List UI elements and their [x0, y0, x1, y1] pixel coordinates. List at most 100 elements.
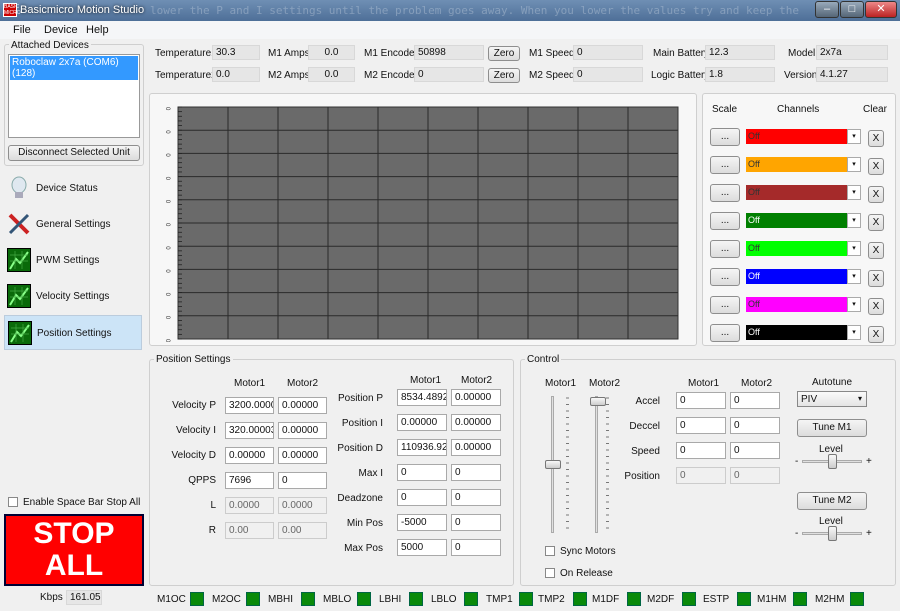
chevron-down-icon[interactable]: ▾ [847, 241, 861, 256]
m2-speed-value: 0 [573, 67, 643, 82]
pos-left-motor2-field[interactable]: 0 [278, 472, 327, 489]
pos-right-motor1-field[interactable]: 0 [397, 489, 447, 506]
pos-right-motor2-field[interactable]: 0.00000 [451, 414, 501, 431]
chevron-down-icon[interactable]: ▾ [847, 213, 861, 228]
chevron-down-icon[interactable]: ▾ [847, 185, 861, 200]
menu-device[interactable]: Device [44, 24, 78, 36]
pos-right-motor1-field[interactable]: 0 [397, 464, 447, 481]
chevron-down-icon[interactable]: ▾ [847, 297, 861, 312]
pos-left-motor1-field[interactable]: 7696 [225, 472, 274, 489]
clear-channel-button[interactable]: X [868, 242, 884, 259]
pos-right-motor1-field[interactable]: 0.00000 [397, 414, 447, 431]
temperature2-label: Temperature2 [155, 70, 217, 81]
channel-color-select[interactable]: Off [746, 129, 847, 144]
scale-button[interactable]: ... [710, 324, 740, 342]
control-motor1-field[interactable]: 0 [676, 417, 726, 434]
pos-right-motor1-field[interactable]: 110936.921 [397, 439, 447, 456]
device-list[interactable]: Roboclaw 2x7a (COM6) (128) [8, 54, 140, 138]
scale-button[interactable]: ... [710, 240, 740, 258]
channel-color-select[interactable]: Off [746, 325, 847, 340]
pos-left-motor2-field[interactable]: 0.00000 [278, 447, 327, 464]
nav-label: Position Settings [37, 328, 112, 339]
clear-channel-button[interactable]: X [868, 326, 884, 343]
motor1-slider-thumb[interactable] [545, 460, 561, 469]
control-motor2-field[interactable]: 0 [730, 442, 780, 459]
channel-color-select[interactable]: Off [746, 241, 847, 256]
scale-button[interactable]: ... [710, 128, 740, 146]
scale-button[interactable]: ... [710, 296, 740, 314]
close-button[interactable]: ✕ [865, 1, 897, 18]
maximize-button[interactable]: □ [840, 1, 864, 18]
pos-right-motor2-field[interactable]: 0 [451, 539, 501, 556]
control-motor1-field[interactable]: 0 [676, 442, 726, 459]
nav-general-settings[interactable]: General Settings [4, 207, 142, 242]
pos-right-motor2-field[interactable]: 0.00000 [451, 389, 501, 406]
nav-position-settings[interactable]: Position Settings [4, 315, 142, 350]
channel-color-select[interactable]: Off [746, 157, 847, 172]
device-list-item[interactable]: Roboclaw 2x7a (COM6) (128) [10, 56, 138, 80]
level2-slider-thumb[interactable] [828, 526, 837, 541]
sync-motors-checkbox[interactable] [545, 546, 555, 556]
control-motor2-field[interactable]: 0 [730, 392, 780, 409]
pos-left-motor2-field[interactable]: 0.00000 [278, 422, 327, 439]
scale-button[interactable]: ... [710, 184, 740, 202]
tune-m2-button[interactable]: Tune M2 [797, 492, 867, 510]
pos-right-motor1-field[interactable]: 5000 [397, 539, 447, 556]
chevron-down-icon[interactable]: ▾ [847, 269, 861, 284]
pos-right-motor1-field[interactable]: -5000 [397, 514, 447, 531]
channel-color-select[interactable]: Off [746, 185, 847, 200]
level1-slider-thumb[interactable] [828, 454, 837, 469]
version-label: Version [784, 70, 818, 81]
pos-right-motor2-field[interactable]: 0 [451, 489, 501, 506]
nav-device-status[interactable]: Device Status [4, 171, 142, 206]
pos-right-motor2-field[interactable]: 0 [451, 464, 501, 481]
pos-right-motor2-field[interactable]: 0 [451, 514, 501, 531]
pos-right-motor2-field[interactable]: 0.00000 [451, 439, 501, 456]
menu-file[interactable]: File [13, 24, 31, 36]
minimize-button[interactable]: – [815, 1, 839, 18]
m1-speed-label: M1 Speed [529, 48, 575, 59]
clear-channel-button[interactable]: X [868, 186, 884, 203]
clear-channel-button[interactable]: X [868, 214, 884, 231]
clear-channel-button[interactable]: X [868, 298, 884, 315]
m1-zero-button[interactable]: Zero [488, 46, 520, 61]
clear-channel-button[interactable]: X [868, 158, 884, 175]
scale-button[interactable]: ... [710, 156, 740, 174]
control-motor2-field[interactable]: 0 [730, 467, 780, 484]
pos-left-motor1-field[interactable]: 0.00 [225, 522, 274, 539]
channel-color-select[interactable]: Off [746, 297, 847, 312]
control-motor2-field[interactable]: 0 [730, 417, 780, 434]
control-motor1-field[interactable]: 0 [676, 467, 726, 484]
pos-left-motor1-field[interactable]: 0.00000 [225, 447, 274, 464]
channel-color-select[interactable]: Off [746, 269, 847, 284]
menu-help[interactable]: Help [86, 24, 109, 36]
control-motor1-field[interactable]: 0 [676, 392, 726, 409]
space-bar-stop-checkbox[interactable] [8, 497, 18, 507]
pos-left-motor1-field[interactable]: 0.0000 [225, 497, 274, 514]
disconnect-button[interactable]: Disconnect Selected Unit [8, 145, 140, 161]
level1-minus: - [795, 456, 799, 467]
tune-m1-button[interactable]: Tune M1 [797, 419, 867, 437]
stop-all-button[interactable]: STOP ALL [4, 514, 144, 586]
pos-left-motor2-field[interactable]: 0.0000 [278, 497, 327, 514]
m2-zero-button[interactable]: Zero [488, 68, 520, 83]
clear-channel-button[interactable]: X [868, 130, 884, 147]
pos-right-motor1-field[interactable]: 8534.48926 [397, 389, 447, 406]
nav-pwm-settings[interactable]: PWM Settings [4, 243, 142, 278]
autotune-select[interactable]: PIV ▾ [797, 391, 867, 407]
channel-color-select[interactable]: Off [746, 213, 847, 228]
pos-left-motor2-field[interactable]: 0.00000 [278, 397, 327, 414]
pos-left-motor1-field[interactable]: 3200.00000 [225, 397, 274, 414]
nav-velocity-settings[interactable]: Velocity Settings [4, 279, 142, 314]
chevron-down-icon[interactable]: ▾ [847, 129, 861, 144]
scale-button[interactable]: ... [710, 212, 740, 230]
scale-button[interactable]: ... [710, 268, 740, 286]
chevron-down-icon[interactable]: ▾ [847, 157, 861, 172]
led-label: M2OC [212, 594, 241, 605]
pos-left-motor1-field[interactable]: 320.00003 [225, 422, 274, 439]
on-release-checkbox[interactable] [545, 568, 555, 578]
chevron-down-icon[interactable]: ▾ [847, 325, 861, 340]
pos-left-motor2-field[interactable]: 0.00 [278, 522, 327, 539]
clear-channel-button[interactable]: X [868, 270, 884, 287]
y-tick-label: 0 [164, 293, 170, 297]
